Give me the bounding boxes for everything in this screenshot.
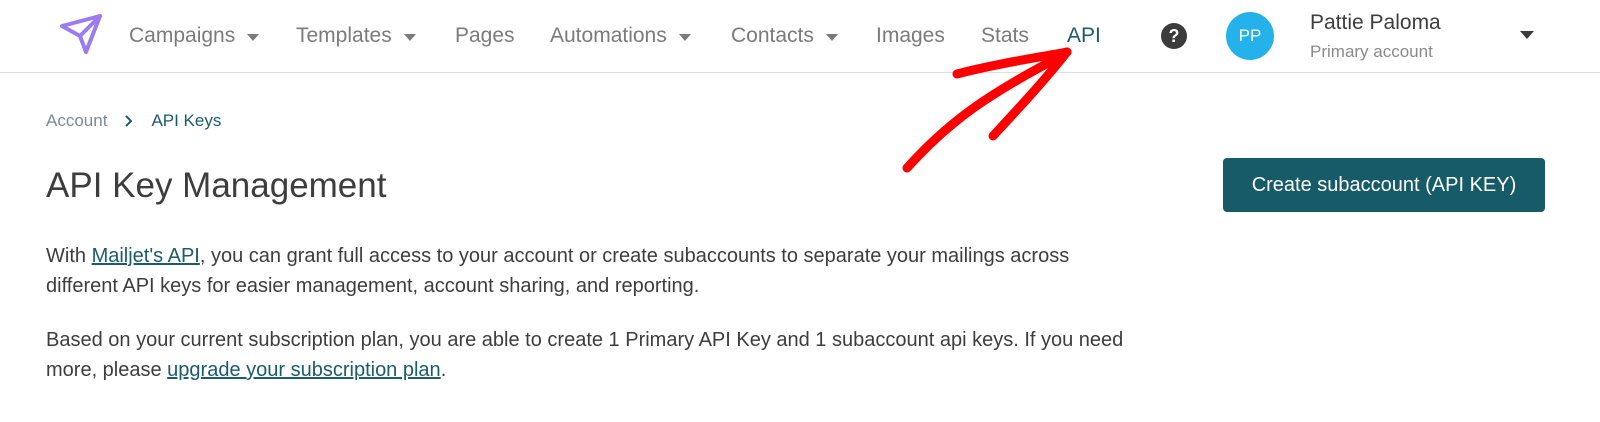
para1-text-after: , you can grant full access to your acco… xyxy=(46,245,1070,297)
nav-automations-label: Automations xyxy=(550,24,667,47)
chevron-right-icon xyxy=(125,115,133,127)
chevron-down-icon xyxy=(678,33,691,41)
page-title: API Key Management xyxy=(46,166,387,205)
breadcrumb-current: API Keys xyxy=(151,111,222,130)
paper-plane-icon[interactable] xyxy=(58,12,104,58)
nav-templates[interactable]: Templates xyxy=(296,0,416,72)
nav-contacts[interactable]: Contacts xyxy=(731,0,838,72)
chevron-down-icon xyxy=(403,33,416,41)
account-type-label: Primary account xyxy=(1310,42,1433,61)
api-description-paragraph: With Mailjet's API, you can grant full a… xyxy=(46,241,1146,301)
nav-pages[interactable]: Pages xyxy=(455,0,515,72)
top-navigation-bar: Campaigns Templates Pages Automations Co… xyxy=(0,0,1600,73)
nav-templates-label: Templates xyxy=(296,24,392,47)
account-menu-chevron-down-icon[interactable] xyxy=(1520,31,1534,39)
chevron-down-icon xyxy=(247,33,260,41)
annotation-arrow-icon xyxy=(902,47,1072,173)
avatar[interactable]: PP xyxy=(1226,12,1274,60)
nav-pages-label: Pages xyxy=(455,24,515,47)
plan-limit-paragraph: Based on your current subscription plan,… xyxy=(46,325,1146,385)
user-name[interactable]: Pattie Paloma xyxy=(1310,11,1441,35)
nav-contacts-label: Contacts xyxy=(731,24,814,47)
nav-automations[interactable]: Automations xyxy=(550,0,691,72)
nav-campaigns-label: Campaigns xyxy=(129,24,236,47)
para1-text-before: With xyxy=(46,245,92,267)
create-subaccount-button[interactable]: Create subaccount (API KEY) xyxy=(1223,158,1545,212)
breadcrumb: Account API Keys xyxy=(46,111,221,131)
chevron-down-icon xyxy=(825,33,838,41)
para2-text-after: . xyxy=(440,359,447,381)
help-icon[interactable]: ? xyxy=(1161,23,1187,49)
breadcrumb-account-link[interactable]: Account xyxy=(46,111,107,131)
nav-campaigns[interactable]: Campaigns xyxy=(129,0,260,72)
upgrade-plan-link[interactable]: upgrade your subscription plan xyxy=(167,359,441,381)
mailjet-api-link[interactable]: Mailjet's API xyxy=(92,245,200,267)
